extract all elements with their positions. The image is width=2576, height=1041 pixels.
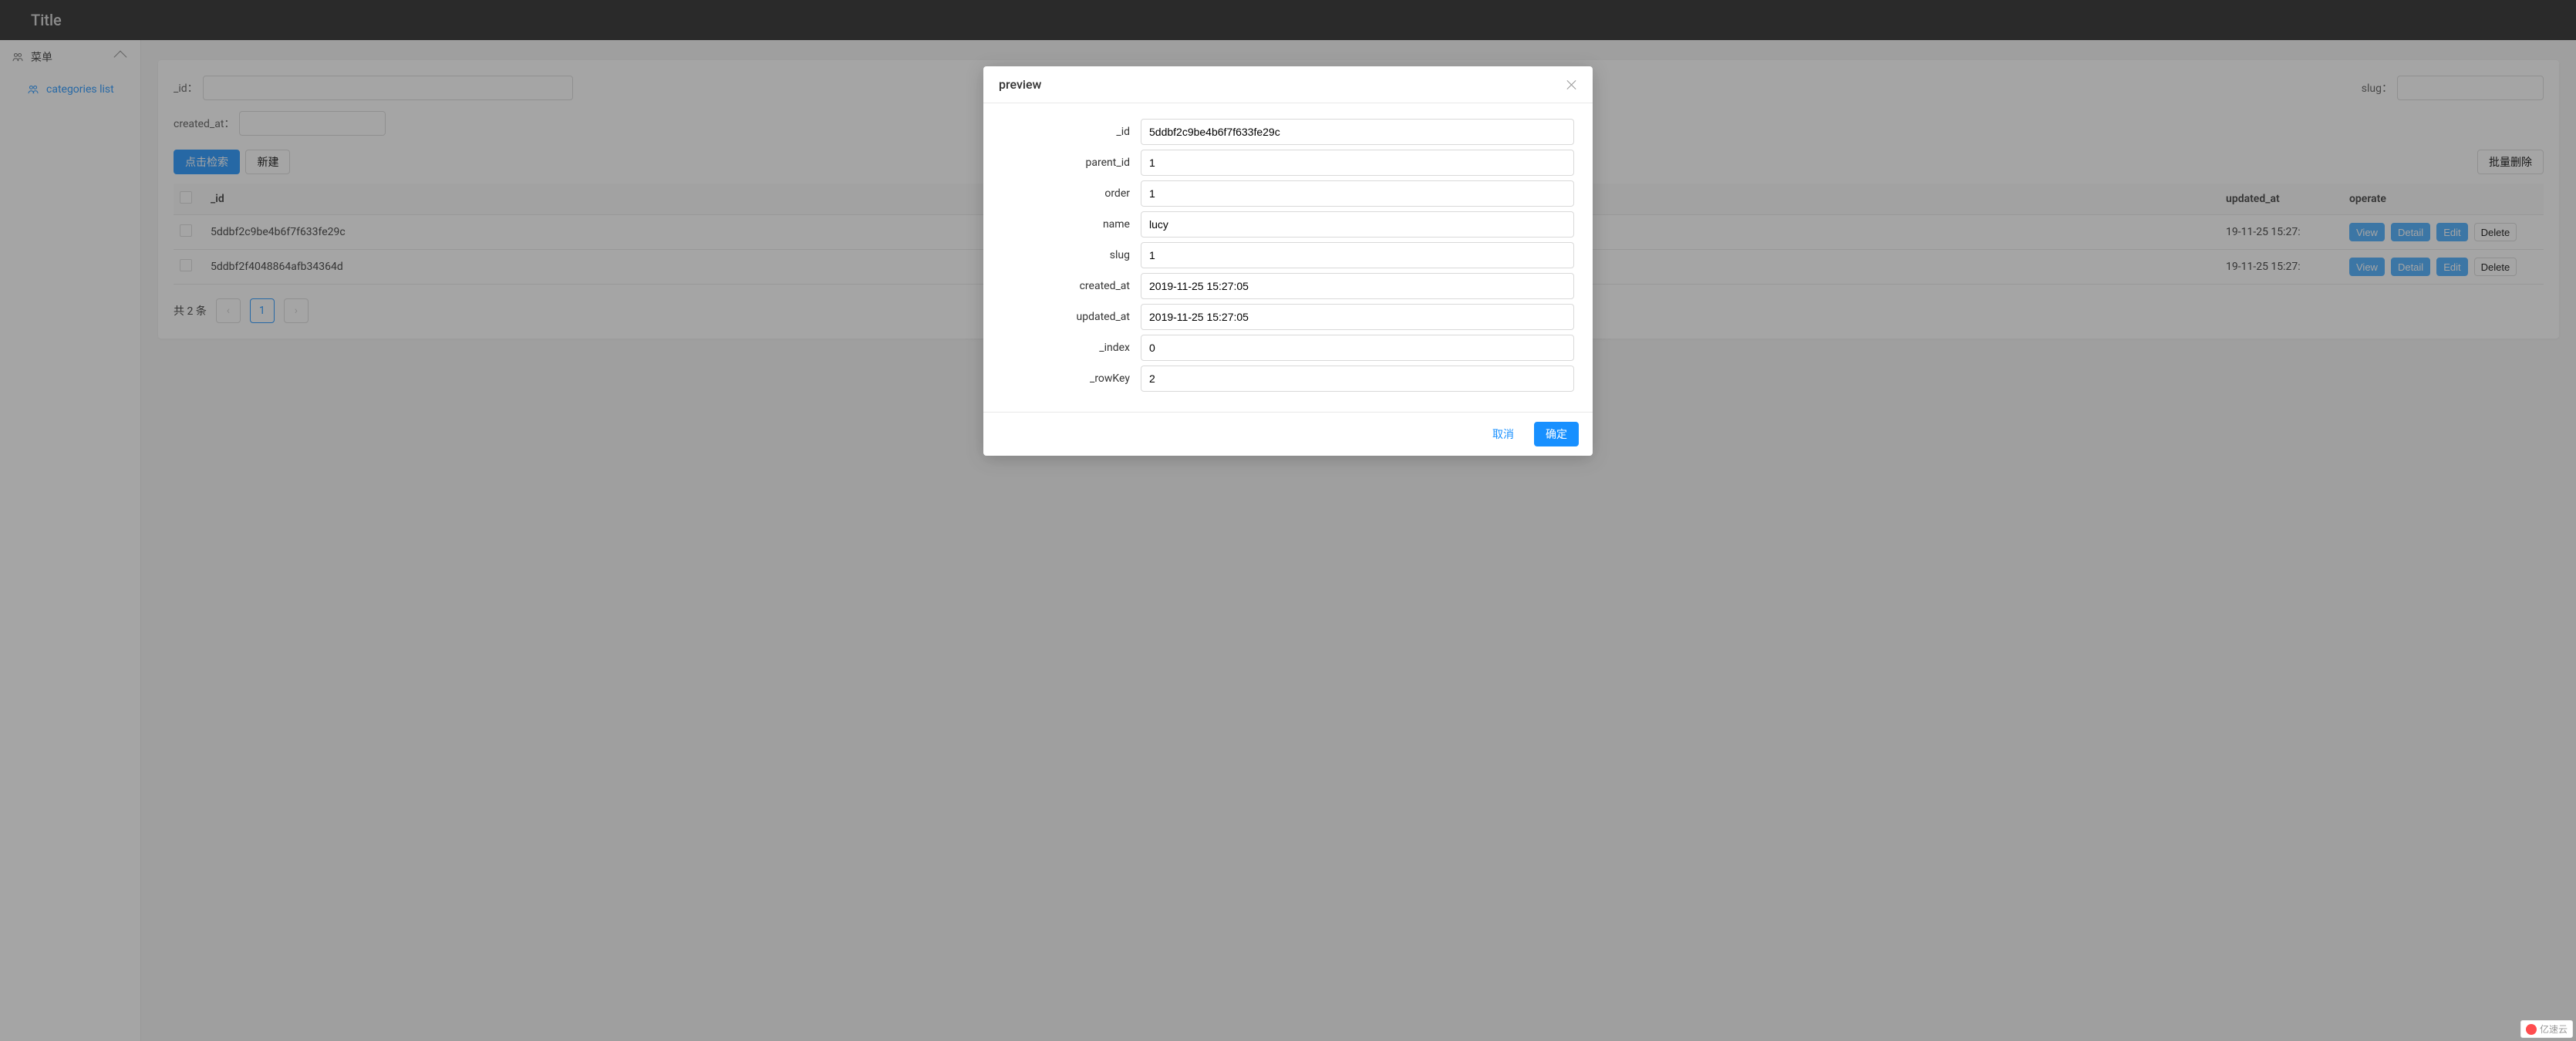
field-updatedat-label: updated_at [1002, 311, 1141, 323]
field-index-input[interactable] [1141, 335, 1574, 361]
field-rowkey-input[interactable] [1141, 366, 1574, 392]
field-name-label: name [1002, 218, 1141, 231]
watermark-text: 亿速云 [2540, 1022, 2568, 1036]
field-order-input[interactable] [1141, 180, 1574, 207]
field-id-label: _id [1002, 126, 1141, 138]
field-parentid-label: parent_id [1002, 157, 1141, 169]
modal-overlay[interactable]: preview _id parent_id order name slug cr… [0, 0, 2576, 1041]
field-rowkey-label: _rowKey [1002, 372, 1141, 385]
field-updatedat-input[interactable] [1141, 304, 1574, 330]
field-parentid-input[interactable] [1141, 150, 1574, 176]
field-createdat-input[interactable] [1141, 273, 1574, 299]
field-slug-input[interactable] [1141, 242, 1574, 268]
field-name-input[interactable] [1141, 211, 1574, 238]
ok-button[interactable]: 确定 [1534, 422, 1579, 446]
preview-modal: preview _id parent_id order name slug cr… [983, 66, 1593, 456]
watermark: 亿速云 [2520, 1020, 2573, 1038]
field-index-label: _index [1002, 342, 1141, 354]
close-icon[interactable] [1565, 79, 1577, 91]
watermark-icon [2526, 1024, 2537, 1035]
field-slug-label: slug [1002, 249, 1141, 261]
field-order-label: order [1002, 187, 1141, 200]
field-createdat-label: created_at [1002, 280, 1141, 292]
modal-title: preview [999, 77, 1041, 92]
cancel-button[interactable]: 取消 [1482, 422, 1525, 446]
field-id-input[interactable] [1141, 119, 1574, 145]
